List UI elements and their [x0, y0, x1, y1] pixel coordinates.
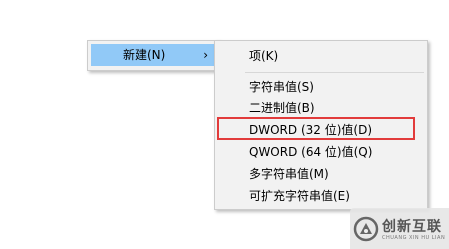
- watermark-text: 创新互联: [382, 216, 442, 236]
- submenu-item-binary-value[interactable]: 二进制值(B): [218, 97, 424, 119]
- submenu-item-label: 二进制值(B): [249, 97, 315, 119]
- submenu-item-label: 多字符串值(M): [249, 163, 329, 185]
- context-menu: 新建(N) ›: [87, 40, 220, 71]
- submenu-item-label: QWORD (64 位)值(Q): [249, 141, 372, 163]
- submenu-item-label: 项(K): [249, 45, 278, 67]
- submenu-item-string-value[interactable]: 字符串值(S): [218, 76, 424, 98]
- highlight-box: [217, 117, 415, 140]
- submenu-item-label: 可扩充字符串值(E): [249, 185, 350, 207]
- submenu-item-qword-value[interactable]: QWORD (64 位)值(Q): [218, 141, 424, 163]
- watermark-subtext: CHUANG XIN HU LIAN: [382, 235, 445, 241]
- menu-separator: [245, 72, 424, 73]
- submenu-item-expandable-string-value[interactable]: 可扩充字符串值(E): [218, 185, 424, 207]
- watermark: 创新互联 CHUANG XIN HU LIAN: [350, 208, 449, 249]
- chevron-right-icon: ›: [203, 44, 208, 66]
- logo-icon: [352, 215, 380, 243]
- submenu-item-key[interactable]: 项(K): [218, 45, 424, 67]
- menu-item-new-label: 新建(N): [123, 44, 165, 66]
- submenu-item-multi-string-value[interactable]: 多字符串值(M): [218, 163, 424, 185]
- submenu-item-label: 字符串值(S): [249, 76, 314, 98]
- menu-item-new[interactable]: 新建(N) ›: [91, 44, 216, 66]
